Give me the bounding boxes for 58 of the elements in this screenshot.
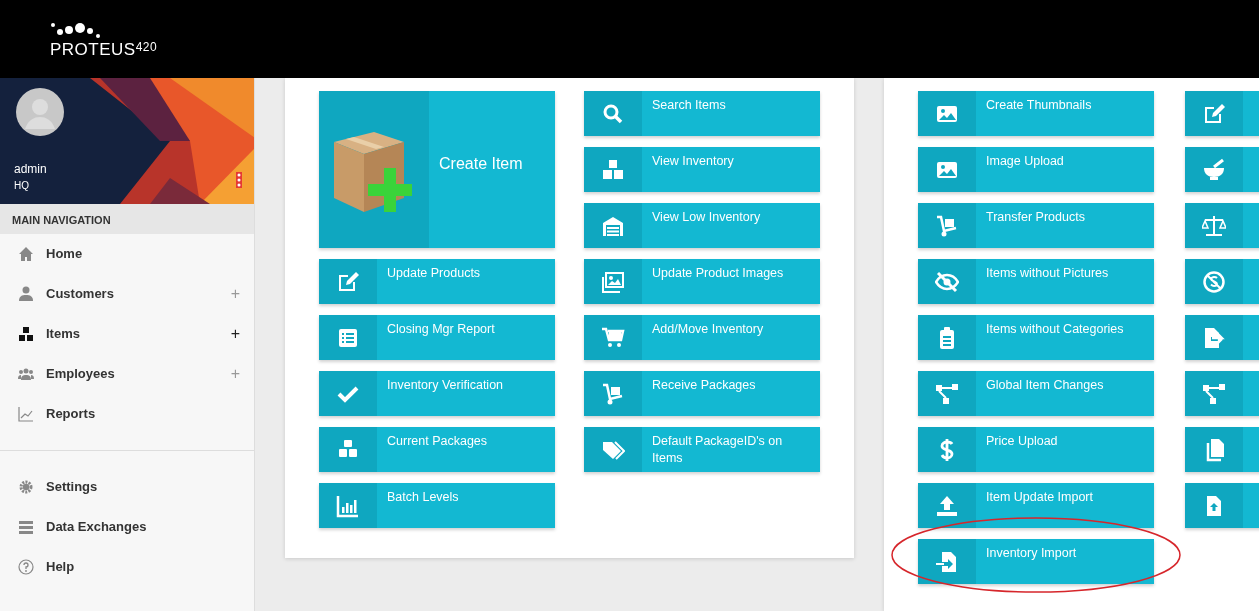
nav-item[interactable]: Settings <box>0 467 254 507</box>
menu-tile[interactable]: View Low Inventory <box>584 203 820 248</box>
menu-tile[interactable]: Create Thumbnails <box>918 91 1154 136</box>
section-heading: MAIN NAVIGATION <box>0 204 254 234</box>
images-icon <box>601 269 625 294</box>
menu-tile[interactable]: Price Upload <box>918 427 1154 472</box>
bar-chart-icon <box>336 493 360 518</box>
cart-plus-icon <box>601 325 625 350</box>
gear-icon <box>18 479 34 495</box>
expand-icon[interactable]: + <box>230 362 240 386</box>
server-icon <box>18 519 34 535</box>
expand-icon[interactable]: + <box>230 282 240 306</box>
nav-item[interactable]: Items + <box>0 314 254 354</box>
hand-truck-icon <box>935 213 959 238</box>
menu-tile[interactable]: View Inventory <box>584 147 820 192</box>
user-name: admin <box>14 161 47 178</box>
menu-tile[interactable]: Current Packages <box>319 427 555 472</box>
scale-icon <box>1202 213 1226 238</box>
menu-tile[interactable]: Inventory Verification <box>319 371 555 416</box>
hierarchy-icon <box>1202 381 1226 406</box>
menu-tile[interactable]: Receive Packages <box>584 371 820 416</box>
menu-tile[interactable]: Search Items <box>584 91 820 136</box>
menu-tile[interactable]: Image Upload <box>918 147 1154 192</box>
avatar <box>16 88 64 136</box>
boxes-icon <box>601 157 625 182</box>
menu-tile[interactable]: Item Update Import <box>918 483 1154 528</box>
nav-item[interactable]: Home <box>0 234 254 274</box>
edit-icon <box>336 269 360 294</box>
mortar-icon <box>1202 157 1226 182</box>
menu-tile[interactable]: Batch Levels <box>319 483 555 528</box>
menu-tile[interactable]: Closing Mgr Report <box>319 315 555 360</box>
file-import-icon <box>935 549 959 574</box>
menu-tile[interactable]: Transfer Products <box>918 203 1154 248</box>
more-icon[interactable] <box>236 172 242 188</box>
nav-item[interactable]: Help <box>0 547 254 587</box>
nav-item[interactable]: Data Exchanges <box>0 507 254 547</box>
nav-item[interactable]: Employees + <box>0 354 254 394</box>
hand-truck-icon <box>601 381 625 406</box>
menu-tile[interactable]: Default PackageID's on Items <box>584 427 820 472</box>
menu-tile[interactable]: Create Item <box>319 91 555 248</box>
menu-tile[interactable]: Global Item Changes <box>918 371 1154 416</box>
no-dollar-icon <box>1202 269 1226 294</box>
menu-tile[interactable]: Inventory Import <box>918 539 1154 584</box>
expand-icon[interactable]: + <box>230 322 240 346</box>
menu-tile[interactable]: Update Product Images <box>584 259 820 304</box>
menu-tile[interactable]: Items without Pictures <box>918 259 1154 304</box>
eye-slash-icon <box>935 269 959 294</box>
menu-tile[interactable]: Add/Move Inventory <box>584 315 820 360</box>
help-icon <box>18 559 34 575</box>
nav-item[interactable]: Customers + <box>0 274 254 314</box>
nav-item[interactable]: Reports <box>0 394 254 434</box>
edit-icon <box>1202 101 1226 126</box>
hierarchy-icon <box>935 381 959 406</box>
menu-tile[interactable]: Items without Categories <box>918 315 1154 360</box>
file-export-icon <box>1202 325 1226 350</box>
user-location: HQ <box>14 179 29 193</box>
menu-tile[interactable]: Update Products <box>319 259 555 304</box>
logo-text: PROTEUS$^{420}$ <box>50 40 158 58</box>
